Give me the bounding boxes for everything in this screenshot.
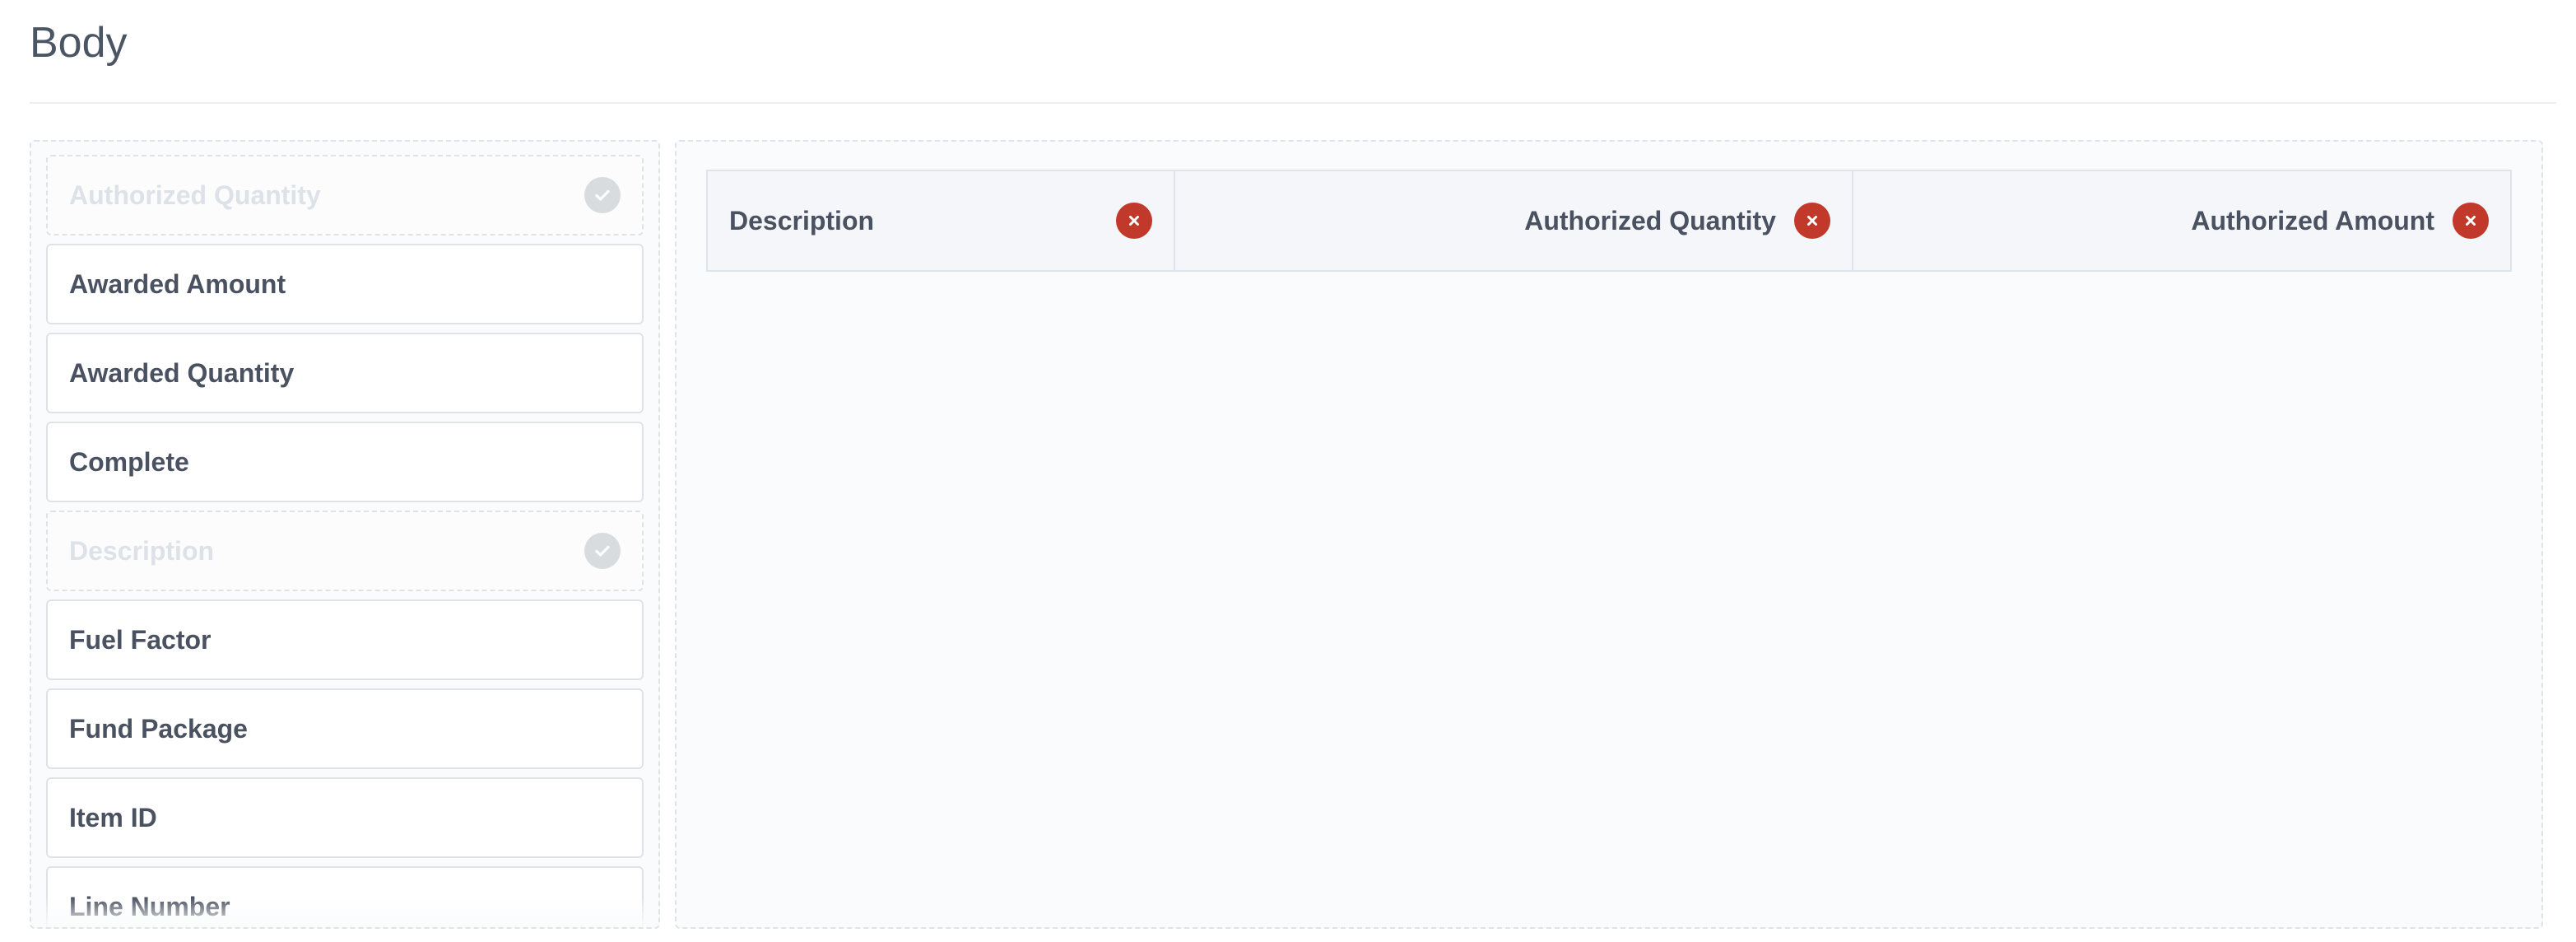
section-title: Body	[30, 19, 128, 67]
field-item-line-number[interactable]: Line Number	[46, 866, 644, 927]
field-item-label: Awarded Quantity	[69, 357, 295, 388]
column-header-authorized-quantity[interactable]: Authorized Quantity	[1174, 171, 1852, 270]
selected-columns-dropzone[interactable]: Description Authorized Quantity Authorized…	[675, 140, 2543, 929]
column-builder: Authorized Quantity Awarded Amount Awarded…	[30, 140, 2546, 930]
field-item-label: Line Number	[69, 891, 230, 921]
close-circle-icon[interactable]	[1116, 203, 1152, 239]
body-config-page: Body Authorized Quantity Awarded Amount Aw…	[0, 0, 2576, 942]
field-item-authorized-quantity[interactable]: Authorized Quantity	[46, 155, 644, 236]
field-item-fund-package[interactable]: Fund Package	[46, 688, 644, 769]
column-header-description[interactable]: Description	[708, 171, 1174, 270]
close-circle-icon[interactable]	[2453, 203, 2489, 239]
field-item-fuel-factor[interactable]: Fuel Factor	[46, 599, 644, 680]
field-item-item-id[interactable]: Item ID	[46, 777, 644, 858]
field-item-label: Complete	[69, 446, 189, 477]
column-header-label: Description	[729, 205, 875, 236]
field-item-awarded-amount[interactable]: Awarded Amount	[46, 244, 644, 324]
check-circle-icon	[584, 177, 621, 213]
field-item-label: Description	[69, 535, 215, 566]
available-fields-list[interactable]: Authorized Quantity Awarded Amount Awarded…	[30, 140, 660, 929]
field-item-label: Awarded Amount	[69, 268, 286, 299]
field-item-description[interactable]: Description	[46, 511, 644, 591]
field-item-label: Item ID	[69, 802, 157, 832]
column-header-label: Authorized Amount	[2191, 205, 2434, 236]
column-header-authorized-amount[interactable]: Authorized Amount	[1852, 171, 2510, 270]
section-divider	[30, 102, 2556, 104]
field-item-label: Fuel Factor	[69, 624, 212, 655]
table-header-row: Description Authorized Quantity Authorized…	[706, 170, 2512, 272]
field-item-label: Fund Package	[69, 713, 248, 744]
column-header-label: Authorized Quantity	[1524, 205, 1776, 236]
field-item-complete[interactable]: Complete	[46, 422, 644, 502]
close-circle-icon[interactable]	[1794, 203, 1830, 239]
field-item-awarded-quantity[interactable]: Awarded Quantity	[46, 333, 644, 413]
check-circle-icon	[584, 533, 621, 569]
field-item-label: Authorized Quantity	[69, 180, 321, 210]
